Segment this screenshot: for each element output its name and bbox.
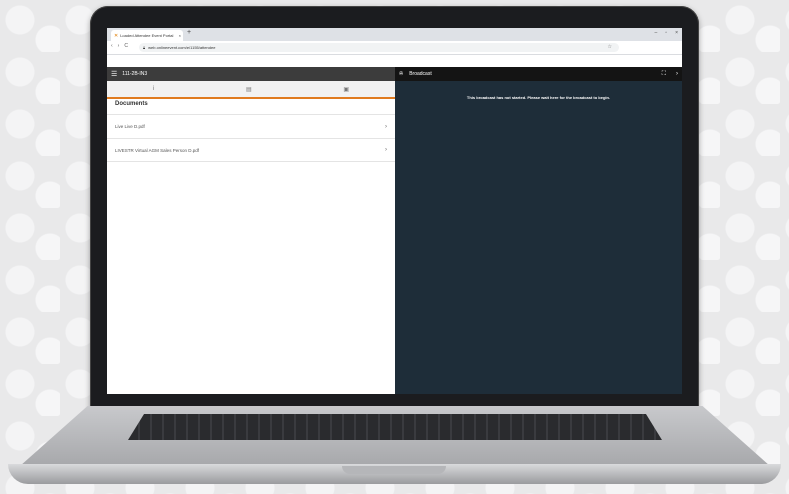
app-header: ☰ 111-2B-IN3 bbox=[107, 67, 395, 81]
url-text: web.onlineevent.com/e/1155/attendee bbox=[148, 45, 216, 50]
documents-heading: Documents bbox=[115, 101, 148, 107]
hamburger-menu-icon[interactable]: ☰ bbox=[111, 70, 117, 78]
new-tab-button[interactable]: + bbox=[187, 29, 191, 36]
browser-tab-title: Loaded Attendee Event Portal bbox=[120, 33, 174, 38]
address-bar: ‹ › C 🔒︎ web.onlineevent.com/e/1155/atte… bbox=[107, 41, 682, 55]
browser-tab-bar: ✕ Loaded Attendee Event Portal × + – ▫ × bbox=[107, 28, 682, 41]
minimize-icon[interactable]: – bbox=[655, 30, 658, 36]
broadcast-status-message: This broadcast has not started. Please w… bbox=[466, 95, 611, 100]
window-controls: – ▫ × bbox=[655, 30, 678, 36]
list-item[interactable]: LIVESTR Virtual AGM Sales Person D.pdf › bbox=[107, 138, 395, 162]
broadcast-header: ✇ Broadcast ⛶ › bbox=[395, 67, 682, 81]
lock-icon: 🔒︎ bbox=[143, 45, 146, 50]
chat-icon[interactable]: ▤ bbox=[246, 86, 252, 93]
broadcast-panel: ✇ Broadcast ⛶ › This broadcast has not s… bbox=[395, 67, 682, 394]
chevron-right-icon: › bbox=[385, 123, 387, 130]
list-item[interactable]: Live Live D.pdf › bbox=[107, 114, 395, 138]
chevron-right-icon: › bbox=[385, 147, 387, 153]
laptop-screen: ✕ Loaded Attendee Event Portal × + – ▫ ×… bbox=[107, 28, 682, 394]
broadcast-logo-icon: ✇ bbox=[399, 71, 404, 77]
broadcast-title: Broadcast bbox=[409, 71, 432, 77]
documents-icon[interactable]: ▣ bbox=[343, 86, 349, 93]
forward-icon[interactable]: › bbox=[118, 43, 120, 49]
app-title: 111-2B-IN3 bbox=[122, 71, 148, 77]
orange-x-icon: ✕ bbox=[114, 32, 119, 39]
info-icon[interactable]: i bbox=[153, 86, 154, 92]
bookmark-star-icon[interactable]: ☆ bbox=[608, 44, 612, 50]
panel-tab-row: i ▤ ▣ bbox=[107, 81, 395, 99]
url-input[interactable]: 🔒︎ web.onlineevent.com/e/1155/attendee bbox=[139, 43, 619, 52]
restore-icon[interactable]: ▫ bbox=[665, 30, 667, 36]
document-name: LIVESTR Virtual AGM Sales Person D.pdf bbox=[115, 147, 199, 153]
laptop-opening-notch bbox=[342, 466, 446, 474]
documents-list: Live Live D.pdf › LIVESTR Virtual AGM Sa… bbox=[107, 114, 395, 162]
collapse-panel-icon[interactable]: › bbox=[676, 71, 678, 78]
reload-icon[interactable]: C bbox=[124, 43, 128, 49]
laptop-keyboard bbox=[128, 414, 662, 440]
document-name: Live Live D.pdf bbox=[115, 124, 145, 129]
nav-buttons: ‹ › C bbox=[111, 43, 128, 49]
close-tab-icon[interactable]: × bbox=[179, 33, 181, 38]
browser-tab[interactable]: ✕ Loaded Attendee Event Portal × bbox=[111, 30, 183, 41]
close-window-icon[interactable]: × bbox=[675, 30, 678, 36]
fullscreen-icon[interactable]: ⛶ bbox=[662, 71, 666, 78]
back-icon[interactable]: ‹ bbox=[111, 43, 113, 49]
